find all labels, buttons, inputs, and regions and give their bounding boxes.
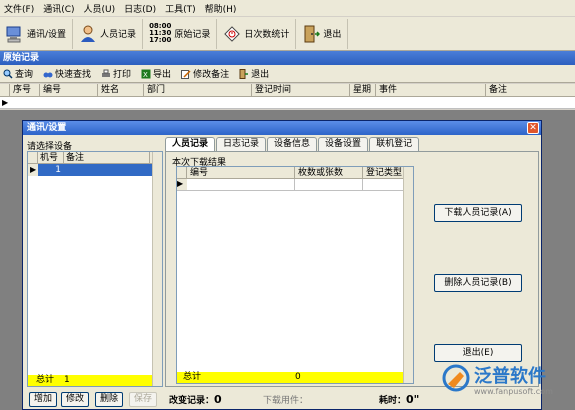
comm-settings-button[interactable]: 通讯/设置 — [0, 18, 74, 49]
menu-bar: 文件(F) 通讯(C) 人员(U) 日志(D) 工具(T) 帮助(H) — [0, 0, 575, 16]
tab-log-records[interactable]: 日志记录 — [216, 137, 267, 151]
svg-text:X: X — [143, 71, 148, 79]
excel-icon: X — [141, 69, 151, 79]
dialog-title-bar: 通讯/设置 ✕ — [23, 121, 541, 135]
records-toolbar: 查询 快速查找 打印 X 导出 修改备注 退出 — [0, 65, 575, 83]
tab-online-register[interactable]: 联机登记 — [369, 137, 420, 151]
menu-personnel[interactable]: 人员(U) — [84, 2, 116, 15]
save-button[interactable]: 保存 — [129, 392, 157, 407]
records-exit-button[interactable]: 退出 — [239, 67, 269, 80]
row-pointer-icon: ▶ — [177, 179, 187, 190]
col-weekday[interactable]: 星期 — [350, 84, 376, 97]
exit-button[interactable]: 退出 — [296, 18, 349, 49]
print-button[interactable]: 打印 — [101, 67, 131, 80]
tab-device-settings[interactable]: 设备设置 — [318, 137, 369, 151]
col-register-type[interactable]: 登记类型 — [363, 167, 405, 178]
col-name[interactable]: 姓名 — [98, 84, 144, 97]
edit-note-button[interactable]: 修改备注 — [181, 67, 229, 80]
section-title: 原始记录 — [0, 51, 575, 65]
table-row[interactable]: ▶ — [177, 179, 413, 191]
brand-url: www.fanpusoft.com — [474, 387, 553, 396]
col-note[interactable]: 备注 — [486, 84, 575, 97]
door-exit-icon — [302, 25, 321, 43]
menu-comm[interactable]: 通讯(C) — [43, 2, 74, 15]
col-id[interactable]: 编号 — [40, 84, 98, 97]
printer-icon — [101, 69, 111, 79]
delete-personnel-button[interactable]: 删除人员记录(B) — [434, 274, 522, 292]
fanpusoft-watermark-logo: 泛普软件 www.fanpusoft.com — [440, 362, 570, 406]
main-toolbar: 通讯/设置 人员记录 08:00 11:30 17:00 原始记录 日次数统计 … — [0, 17, 575, 51]
door-exit-icon — [239, 68, 249, 79]
device-list[interactable]: 机号 备注 ▶ 1 总计 1 — [27, 151, 163, 387]
row-pointer-icon: ▶ — [28, 164, 38, 176]
tab-device-info[interactable]: 设备信息 — [267, 137, 318, 151]
daily-stats-button[interactable]: 日次数统计 — [217, 18, 297, 49]
result-total-row: 总计 0 — [177, 372, 405, 383]
result-list-scrollbar[interactable] — [403, 167, 413, 383]
device-list-header: 机号 备注 — [28, 152, 162, 164]
col-dept[interactable]: 部门 — [144, 84, 252, 97]
dialog-tabs: 人员记录 日志记录 设备信息 设备设置 联机登记 — [165, 137, 420, 152]
menu-log[interactable]: 日志(D) — [124, 2, 156, 15]
download-personnel-button[interactable]: 下载人员记录(A) — [434, 204, 522, 222]
col-event[interactable]: 事件 — [376, 84, 486, 97]
quick-find-button[interactable]: 快速查找 — [43, 67, 91, 80]
col-count[interactable]: 枚数或张数 — [295, 167, 363, 178]
col-device-note[interactable]: 备注 — [64, 152, 150, 163]
changed-records-status: 改变记录：0 — [169, 393, 222, 406]
tab-personnel-records[interactable]: 人员记录 — [165, 137, 216, 152]
menu-help[interactable]: 帮助(H) — [205, 2, 237, 15]
close-button[interactable]: ✕ — [527, 122, 539, 134]
person-icon — [79, 25, 97, 43]
col-result-id[interactable]: 编号 — [187, 167, 295, 178]
delete-button[interactable]: 删除 — [95, 392, 123, 407]
menu-tools[interactable]: 工具(T) — [165, 2, 196, 15]
query-button[interactable]: 查询 — [3, 67, 33, 80]
menu-file[interactable]: 文件(F) — [4, 2, 34, 15]
records-grid-header: 序号 编号 姓名 部门 登记时间 星期 事件 备注 — [0, 84, 575, 97]
export-button[interactable]: X 导出 — [141, 67, 171, 80]
list-item[interactable]: ▶ 1 — [28, 164, 162, 176]
raw-records-button[interactable]: 08:00 11:30 17:00 原始记录 — [143, 18, 218, 49]
brand-name: 泛普软件 — [474, 366, 546, 387]
row-pointer-icon: ▶ — [2, 98, 9, 107]
device-total-row: 总计 1 — [28, 375, 152, 386]
table-row[interactable]: ▶ — [0, 97, 575, 109]
search-icon — [3, 69, 13, 79]
download-progress-status: 下载用件： — [263, 396, 309, 406]
result-list-header: 编号 枚数或张数 登记类型 — [177, 167, 413, 179]
edit-icon — [181, 69, 191, 79]
col-machine-id[interactable]: 机号 — [38, 152, 64, 163]
edit-button[interactable]: 修改 — [61, 392, 89, 407]
personnel-tab-panel: 本次下载结果 编号 枚数或张数 登记类型 ▶ 总计 0 下载人员记录(A) 删除… — [165, 151, 539, 387]
col-time[interactable]: 登记时间 — [252, 84, 350, 97]
computer-icon — [6, 25, 24, 43]
device-list-scrollbar[interactable] — [152, 152, 162, 386]
download-result-list[interactable]: 编号 枚数或张数 登记类型 ▶ 总计 0 — [176, 166, 414, 384]
binoculars-icon — [43, 69, 53, 79]
col-seq[interactable]: 序号 — [10, 84, 40, 97]
elapsed-time-status: 耗时：0" — [379, 393, 420, 406]
clock-times: 08:00 11:30 17:00 — [149, 22, 172, 44]
personnel-records-button[interactable]: 人员记录 — [73, 18, 144, 49]
dialog-exit-button[interactable]: 退出(E) — [434, 344, 522, 362]
add-button[interactable]: 增加 — [29, 392, 57, 407]
clock-diamond-icon — [223, 25, 241, 43]
